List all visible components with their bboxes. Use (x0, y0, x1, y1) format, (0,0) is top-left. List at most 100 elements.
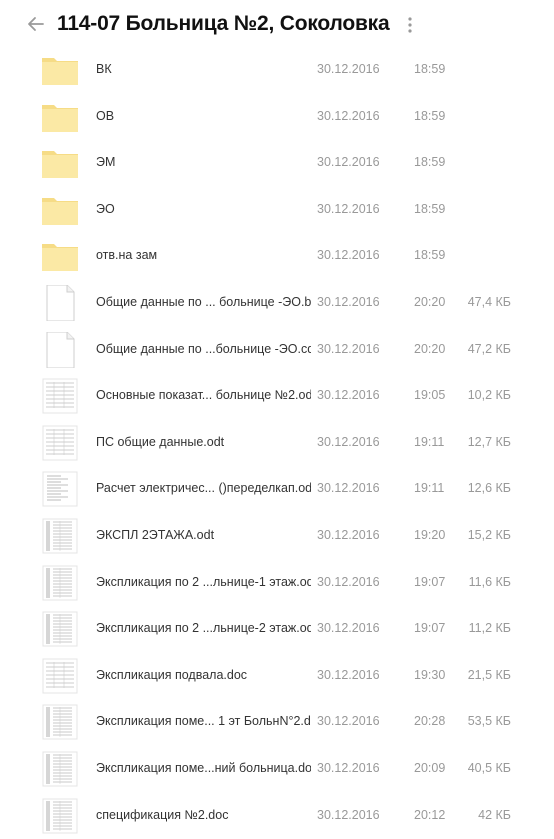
file-time: 19:05 (414, 388, 446, 403)
file-row[interactable]: спецификация №2.doc 30.12.2016 20:12 42 КБ (0, 792, 554, 839)
file-name: ОВ (96, 108, 115, 123)
file-thumbnail-icon (40, 284, 80, 322)
file-size: 11,6 КБ (468, 574, 511, 589)
file-row[interactable]: Экспликация по 2 ...льнице-2 этаж.odt 30.… (0, 605, 554, 652)
file-date: 30.12.2016 (317, 155, 380, 170)
file-date: 30.12.2016 (317, 807, 380, 822)
file-time: 18:59 (414, 108, 446, 123)
page-title: 114-07 Больница №2, Соколовка (57, 12, 390, 35)
file-row[interactable]: ПС общие данные.odt 30.12.2016 19:11 12,7 К… (0, 419, 554, 466)
file-row[interactable]: Экспликация по 2 ...льнице-1 этаж.odt 30.… (0, 559, 554, 606)
file-thumbnail-icon (40, 425, 80, 461)
file-name: ЭО (96, 201, 115, 216)
file-time: 18:59 (414, 201, 446, 216)
file-row[interactable]: Экспликация подвала.doc 30.12.2016 19:30 21… (0, 652, 554, 699)
file-thumbnail-icon (40, 658, 80, 694)
file-size: 10,2 КБ (467, 388, 511, 403)
folder-row[interactable]: отв.на зам 30.12.2016 18:59 (0, 232, 554, 279)
folder-icon (40, 192, 80, 228)
file-size: 12,7 КБ (467, 434, 511, 449)
file-size: 12,6 КБ (467, 481, 511, 496)
folder-icon (40, 99, 80, 135)
file-time: 19:07 (414, 621, 446, 636)
file-name: Основные показат... больнице №2.odt (96, 388, 311, 403)
folder-icon (40, 145, 80, 181)
header: 114-07 Больница №2, Соколовка (0, 0, 554, 50)
file-date: 30.12.2016 (317, 667, 380, 682)
file-time: 18:59 (414, 155, 446, 170)
file-thumbnail-icon (40, 611, 80, 647)
file-time: 19:20 (414, 528, 446, 542)
file-date: 30.12.2016 (317, 295, 380, 309)
file-date: 30.12.2016 (317, 528, 380, 542)
file-name: ЭКСПЛ 2ЭТАЖА.odt (96, 528, 215, 542)
file-name: Экспликация поме...ний больница.doc (96, 761, 311, 775)
folder-row[interactable]: ЭО 30.12.2016 18:59 (0, 186, 554, 233)
file-thumbnail-icon (40, 798, 80, 834)
file-time: 20:09 (414, 761, 446, 775)
file-time: 20:12 (414, 807, 446, 822)
file-size: 53,5 КБ (467, 714, 511, 729)
file-size: 21,5 КБ (467, 667, 511, 682)
file-size: 11,2 КБ (468, 621, 511, 636)
file-size: 40,5 КБ (467, 761, 511, 775)
file-date: 30.12.2016 (317, 714, 380, 729)
file-thumbnail-icon (40, 471, 80, 507)
arrow-left-icon[interactable] (26, 14, 46, 34)
file-date: 30.12.2016 (317, 574, 380, 589)
file-row[interactable]: Основные показат... больнице №2.odt 30.12… (0, 372, 554, 419)
file-time: 20:28 (414, 714, 446, 729)
file-time: 18:59 (414, 62, 446, 76)
file-name: Расчет электричес... ()переделкап.odt (96, 481, 311, 496)
file-date: 30.12.2016 (317, 481, 380, 496)
more-vertical-icon[interactable] (402, 14, 418, 36)
file-date: 30.12.2016 (317, 108, 380, 123)
file-thumbnail-icon (40, 751, 80, 787)
file-size: 47,4 КБ (467, 295, 511, 309)
file-name: Экспликация по 2 ...льнице-1 этаж.odt (96, 574, 311, 589)
file-date: 30.12.2016 (317, 62, 380, 76)
file-date: 30.12.2016 (317, 621, 380, 636)
file-name: Общие данные по ...больнице -ЭО.cdw (96, 341, 311, 356)
file-thumbnail-icon (40, 565, 80, 601)
file-row[interactable]: Расчет электричес... ()переделкап.odt 30.… (0, 465, 554, 512)
file-row[interactable]: Общие данные по ...больнице -ЭО.cdw 30.12… (0, 326, 554, 373)
file-name: Экспликация поме... 1 эт БольнN°2.doc (96, 714, 311, 729)
file-size: 15,2 КБ (467, 528, 511, 542)
file-size: 42 КБ (478, 807, 511, 822)
file-thumbnail-icon (40, 518, 80, 554)
file-row[interactable]: Экспликация поме...ний больница.doc 30.12… (0, 745, 554, 792)
file-size: 47,2 КБ (467, 341, 511, 356)
file-name: Общие данные по ... больнице -ЭО.bak (96, 295, 311, 309)
file-date: 30.12.2016 (317, 341, 380, 356)
folder-row[interactable]: ВК 30.12.2016 18:59 (0, 46, 554, 93)
file-row[interactable]: Экспликация поме... 1 эт БольнN°2.doc 30.… (0, 698, 554, 745)
file-date: 30.12.2016 (317, 761, 380, 775)
file-time: 19:11 (414, 434, 445, 449)
file-name: Экспликация по 2 ...льнице-2 этаж.odt (96, 621, 311, 636)
file-name: ВК (96, 62, 112, 76)
file-time: 19:11 (414, 481, 445, 496)
file-name: отв.на зам (96, 248, 158, 263)
file-name: Экспликация подвала.doc (96, 667, 248, 682)
file-name: ПС общие данные.odt (96, 434, 225, 449)
file-row[interactable]: Общие данные по ... больнице -ЭО.bak 30.1… (0, 279, 554, 326)
file-date: 30.12.2016 (317, 248, 380, 263)
file-time: 20:20 (414, 295, 446, 309)
file-date: 30.12.2016 (317, 434, 380, 449)
folder-row[interactable]: ЭМ 30.12.2016 18:59 (0, 139, 554, 186)
file-time: 20:20 (414, 341, 446, 356)
file-time: 19:07 (414, 574, 446, 589)
file-thumbnail-icon (40, 378, 80, 414)
file-name: спецификация №2.doc (96, 807, 229, 822)
file-thumbnail-icon (40, 331, 80, 369)
file-date: 30.12.2016 (317, 201, 380, 216)
file-thumbnail-icon (40, 704, 80, 740)
file-row[interactable]: ЭКСПЛ 2ЭТАЖА.odt 30.12.2016 19:20 15,2 КБ (0, 512, 554, 559)
file-name: ЭМ (96, 155, 116, 170)
file-date: 30.12.2016 (317, 388, 380, 403)
file-time: 18:59 (414, 248, 446, 263)
folder-row[interactable]: ОВ 30.12.2016 18:59 (0, 93, 554, 140)
folder-icon (40, 238, 80, 274)
folder-icon (40, 52, 80, 88)
